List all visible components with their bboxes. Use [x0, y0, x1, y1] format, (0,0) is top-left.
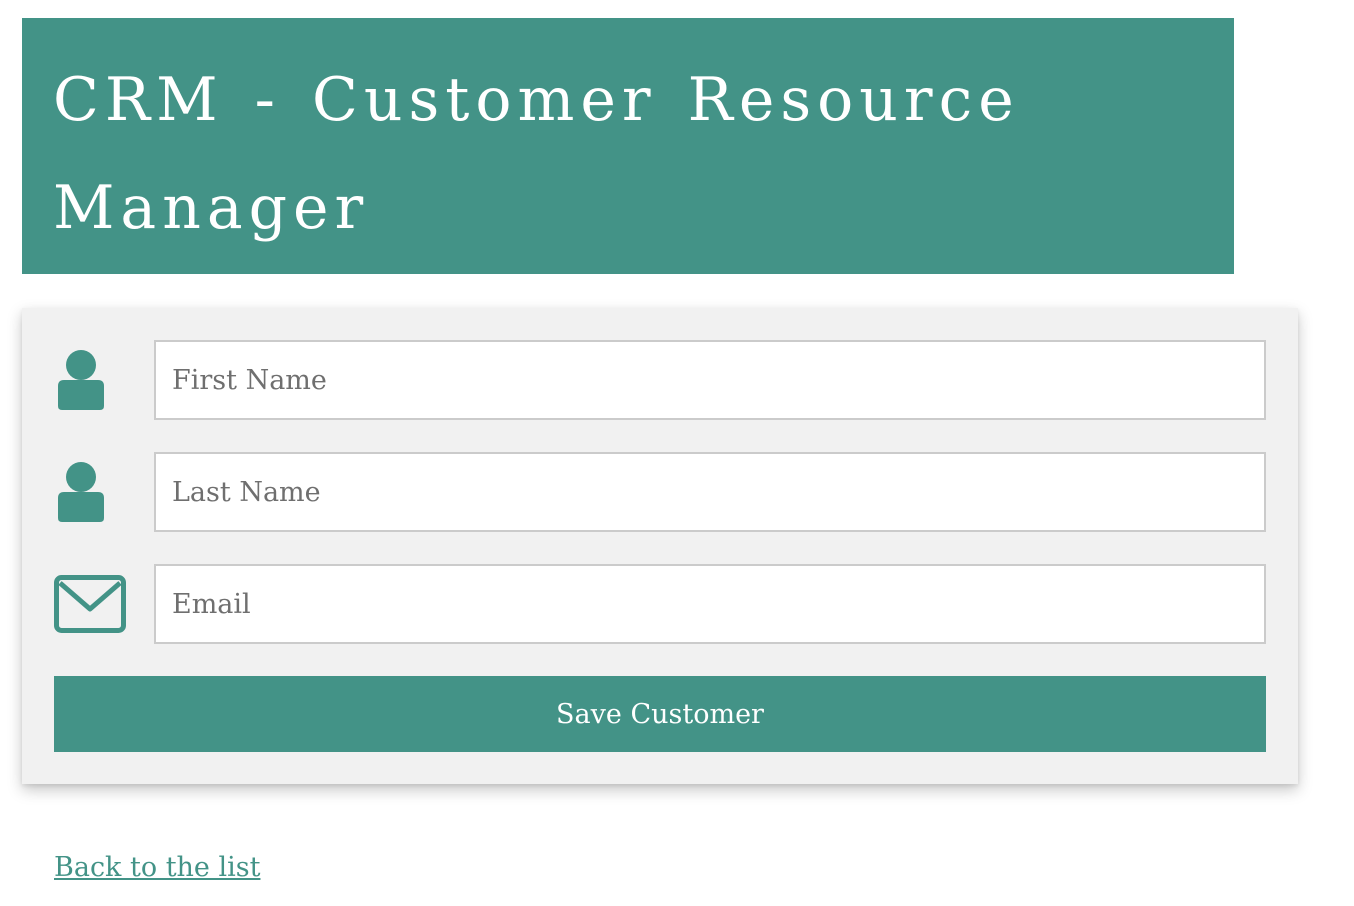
user-icon — [54, 452, 126, 532]
user-icon — [54, 340, 126, 420]
first-name-row — [54, 340, 1266, 420]
save-customer-button[interactable]: Save Customer — [54, 676, 1266, 752]
customer-form: Save Customer — [22, 308, 1298, 784]
last-name-row — [54, 452, 1266, 532]
page-title: CRM - Customer Resource Manager — [53, 65, 1020, 243]
email-field[interactable] — [154, 564, 1266, 644]
page-header: CRM - Customer Resource Manager — [22, 18, 1234, 274]
envelope-icon — [54, 564, 126, 644]
email-row — [54, 564, 1266, 644]
last-name-field[interactable] — [154, 452, 1266, 532]
back-to-list-link[interactable]: Back to the list — [54, 848, 260, 888]
first-name-field[interactable] — [154, 340, 1266, 420]
